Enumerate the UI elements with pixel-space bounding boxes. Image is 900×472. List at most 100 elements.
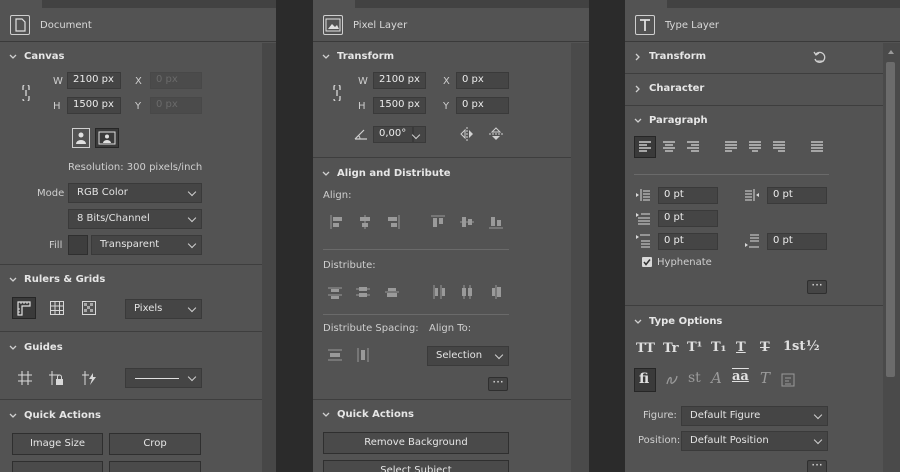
distribute-bottom-icon[interactable] bbox=[384, 284, 400, 300]
flip-vertical-icon[interactable] bbox=[488, 126, 504, 142]
y-input[interactable]: 0 px bbox=[456, 97, 509, 114]
align-top-edges-icon[interactable] bbox=[430, 214, 446, 230]
pixel-grid-icon[interactable] bbox=[81, 300, 97, 316]
strikethrough-button[interactable]: T bbox=[760, 340, 770, 355]
section-header-character[interactable]: Character bbox=[625, 80, 883, 100]
height-input[interactable]: 1500 px bbox=[373, 97, 426, 114]
all-caps-button[interactable]: TT bbox=[636, 341, 655, 356]
fill-color-swatch[interactable] bbox=[68, 235, 88, 255]
flip-horizontal-icon[interactable] bbox=[459, 126, 475, 142]
discretionary-ligatures-button[interactable]: st bbox=[688, 370, 701, 386]
angle-input[interactable]: 0,00° bbox=[373, 126, 413, 143]
justify-last-left-icon[interactable] bbox=[723, 139, 739, 155]
justify-last-center-icon[interactable] bbox=[747, 139, 763, 155]
reset-icon[interactable] bbox=[813, 50, 827, 64]
guide-style-dropdown[interactable] bbox=[125, 368, 202, 388]
more-options-button[interactable]: ··· bbox=[488, 376, 508, 391]
distribute-top-icon[interactable] bbox=[327, 284, 343, 300]
rulers-toggle[interactable] bbox=[12, 297, 36, 319]
distribute-right-icon[interactable] bbox=[488, 284, 504, 300]
underline-button[interactable]: T bbox=[736, 340, 746, 355]
position-dropdown[interactable]: Default Position bbox=[681, 431, 828, 451]
align-left-text-button[interactable] bbox=[634, 136, 656, 158]
width-input[interactable]: 2100 px bbox=[373, 72, 426, 89]
guides-icon[interactable] bbox=[17, 370, 33, 386]
section-header-transform[interactable]: Transform bbox=[625, 48, 883, 68]
space-after-input[interactable]: 0 pt bbox=[767, 233, 827, 250]
scrollbar[interactable] bbox=[571, 43, 589, 472]
ruler-units-dropdown[interactable]: Pixels bbox=[125, 299, 202, 319]
distribute-horizontal-centers-icon[interactable] bbox=[459, 284, 475, 300]
distribute-vertical-centers-icon[interactable] bbox=[355, 284, 371, 300]
landscape-orientation-button[interactable] bbox=[95, 128, 119, 148]
quick-action-button[interactable] bbox=[109, 461, 201, 472]
distribute-vertical-spacing-icon[interactable] bbox=[327, 347, 343, 363]
ornaments-icon[interactable] bbox=[780, 372, 796, 388]
panel-tab[interactable] bbox=[313, 0, 355, 8]
align-right-edges-icon[interactable] bbox=[385, 214, 401, 230]
scrollbar[interactable] bbox=[262, 43, 276, 472]
section-header-paragraph[interactable]: Paragraph bbox=[625, 112, 883, 132]
remove-background-button[interactable]: Remove Background bbox=[323, 432, 509, 454]
more-options-button[interactable]: ··· bbox=[807, 459, 827, 472]
align-vertical-centers-icon[interactable] bbox=[459, 214, 475, 230]
fill-dropdown[interactable]: Transparent bbox=[91, 235, 202, 255]
section-header-guides[interactable]: Guides bbox=[0, 339, 262, 359]
swash-button[interactable]: A bbox=[711, 369, 722, 387]
titling-alternates-button[interactable]: T bbox=[760, 369, 770, 387]
section-header-align-distribute[interactable]: Align and Distribute bbox=[313, 165, 571, 185]
bit-depth-dropdown[interactable]: 8 Bits/Channel bbox=[68, 209, 202, 229]
lock-guides-icon[interactable] bbox=[48, 370, 64, 386]
figure-dropdown[interactable]: Default Figure bbox=[681, 406, 828, 426]
distribute-left-icon[interactable] bbox=[430, 284, 446, 300]
distribute-horizontal-spacing-icon[interactable] bbox=[355, 347, 371, 363]
indent-first-line-input[interactable]: 0 pt bbox=[658, 210, 718, 227]
space-before-input[interactable]: 0 pt bbox=[658, 233, 718, 250]
section-header-canvas[interactable]: Canvas bbox=[0, 48, 262, 68]
image-size-button[interactable]: Image Size bbox=[12, 433, 103, 455]
height-input[interactable]: 1500 px bbox=[67, 97, 121, 114]
align-left-edges-icon[interactable] bbox=[329, 214, 345, 230]
ordinals-button[interactable]: 1st bbox=[783, 339, 805, 354]
link-icon[interactable] bbox=[18, 85, 34, 101]
grid-icon[interactable] bbox=[49, 300, 65, 316]
section-header-quick-actions[interactable]: Quick Actions bbox=[313, 406, 571, 426]
small-caps-button[interactable]: Tr bbox=[663, 341, 679, 356]
hyphenate-checkbox[interactable] bbox=[642, 257, 652, 267]
link-icon[interactable] bbox=[329, 85, 345, 101]
scroll-up-icon[interactable] bbox=[887, 48, 895, 56]
subscript-button[interactable]: T₁ bbox=[711, 340, 726, 355]
x-input[interactable]: 0 px bbox=[150, 72, 202, 89]
section-header-transform[interactable]: Transform bbox=[313, 48, 571, 68]
justify-all-icon[interactable] bbox=[809, 139, 825, 155]
align-right-text-icon[interactable] bbox=[685, 139, 701, 155]
more-options-button[interactable]: ··· bbox=[807, 279, 827, 294]
smart-guides-icon[interactable] bbox=[81, 370, 97, 386]
portrait-orientation-button[interactable] bbox=[72, 128, 90, 148]
align-center-text-icon[interactable] bbox=[661, 139, 677, 155]
align-bottom-edges-icon[interactable] bbox=[488, 214, 504, 230]
fractions-button[interactable]: ½ bbox=[806, 339, 820, 354]
superscript-button[interactable]: T¹ bbox=[687, 340, 702, 355]
justify-last-right-icon[interactable] bbox=[771, 139, 787, 155]
scrollbar-thumb[interactable] bbox=[886, 62, 895, 377]
panel-tab[interactable] bbox=[0, 0, 42, 8]
section-header-type-options[interactable]: Type Options bbox=[625, 313, 883, 333]
section-header-quick-actions[interactable]: Quick Actions bbox=[0, 407, 262, 427]
crop-button[interactable]: Crop bbox=[109, 433, 201, 455]
align-horizontal-centers-icon[interactable] bbox=[357, 214, 373, 230]
align-to-dropdown[interactable]: Selection bbox=[427, 346, 509, 366]
panel-tab[interactable] bbox=[625, 0, 667, 8]
contextual-alternates-icon[interactable] bbox=[664, 372, 680, 388]
section-header-rulers-grids[interactable]: Rulers & Grids bbox=[0, 271, 262, 291]
x-input[interactable]: 0 px bbox=[456, 72, 509, 89]
stylistic-alternates-button[interactable]: aa bbox=[732, 369, 749, 384]
indent-right-input[interactable]: 0 pt bbox=[767, 187, 827, 204]
ligatures-button[interactable]: fi bbox=[634, 368, 656, 392]
mode-dropdown[interactable]: RGB Color bbox=[68, 183, 202, 203]
width-input[interactable]: 2100 px bbox=[67, 72, 121, 89]
y-input[interactable]: 0 px bbox=[150, 97, 202, 114]
select-subject-button[interactable]: Select Subject bbox=[323, 460, 509, 472]
angle-dropdown[interactable] bbox=[413, 126, 426, 143]
quick-action-button[interactable] bbox=[12, 461, 103, 472]
